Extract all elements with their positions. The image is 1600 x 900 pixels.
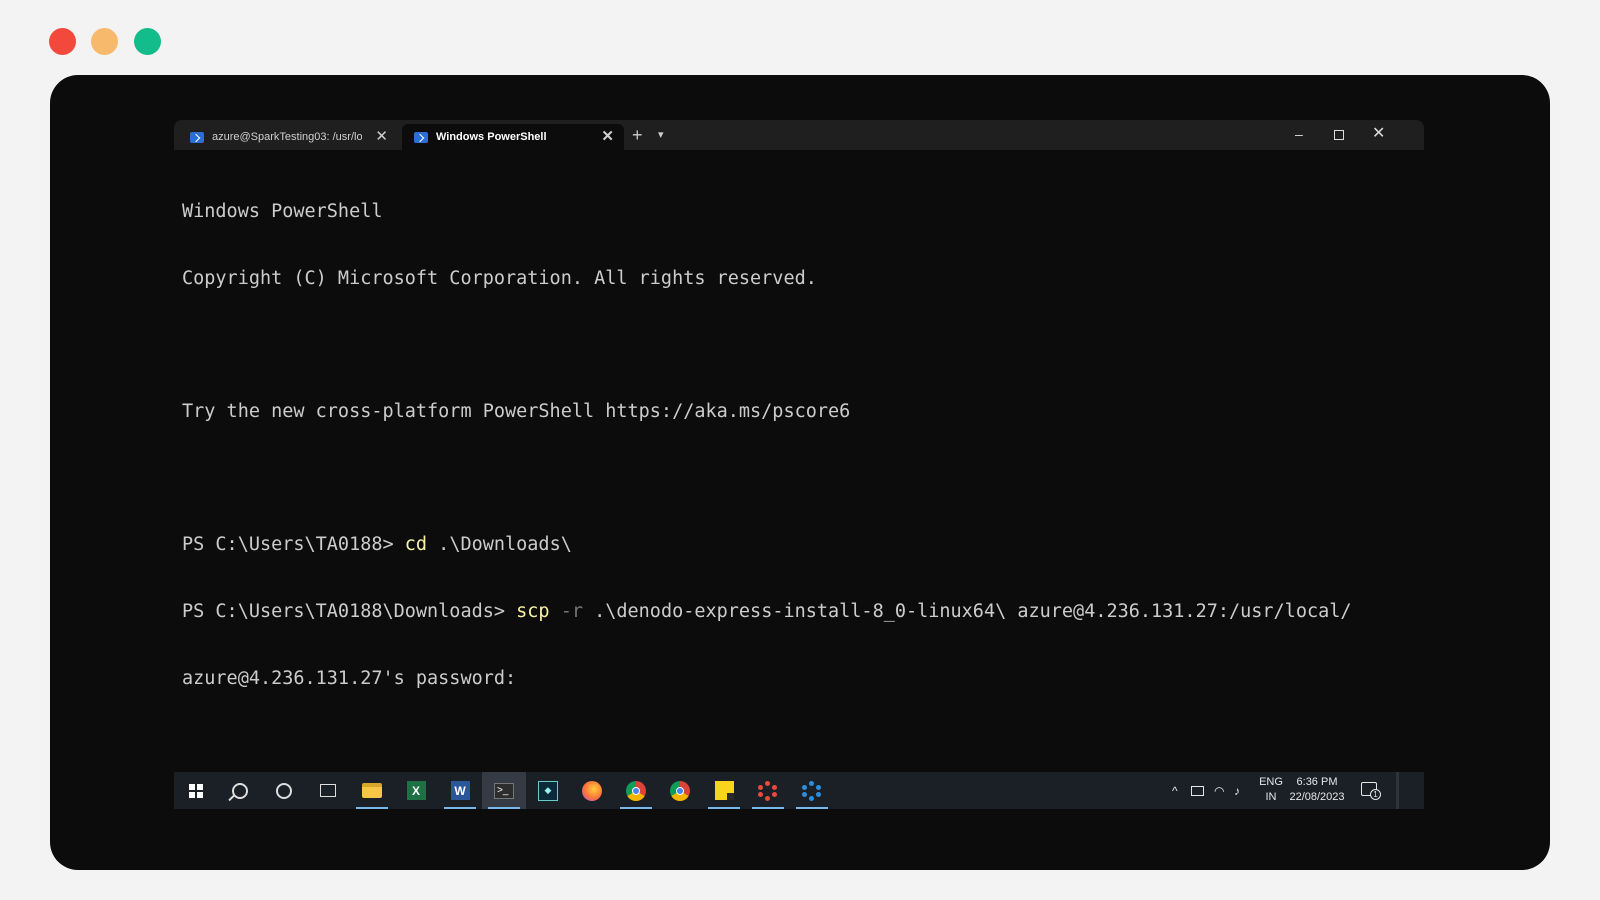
wifi-icon[interactable]: ◠ [1214, 772, 1224, 809]
volume-icon[interactable]: ♪ [1234, 772, 1240, 809]
start-icon [189, 783, 203, 798]
tab-azure-ssh[interactable]: azure@SparkTesting03: /usr/loc ✕ [178, 124, 398, 150]
command-args: .\Downloads\ [427, 534, 572, 556]
password-prompt[interactable]: azure@4.236.131.27's password: [182, 668, 1412, 690]
taskbar-sticky-notes[interactable] [702, 772, 746, 809]
running-indicator [708, 807, 740, 809]
terminal-titlebar: azure@SparkTesting03: /usr/loc ✕ Windows… [174, 120, 1424, 150]
search-icon [232, 782, 248, 799]
minimize-icon[interactable]: – [1295, 126, 1303, 142]
file-explorer-icon [362, 783, 382, 798]
prompt: PS C:\Users\TA0188> [182, 534, 405, 556]
red-dots-app-icon [758, 780, 778, 801]
running-indicator [356, 807, 388, 809]
excel-icon: X [406, 781, 426, 800]
taskbar-red-dots-app[interactable] [746, 772, 790, 809]
sticky-notes-icon [714, 781, 734, 800]
taskbar-chrome-profile[interactable] [614, 772, 658, 809]
taskbar-word[interactable]: W [438, 772, 482, 809]
taskbar-chrome[interactable] [658, 772, 702, 809]
powershell-icon [414, 131, 428, 143]
language-indicator[interactable]: ENG IN [1258, 775, 1284, 805]
new-tab-button[interactable]: + [632, 126, 643, 144]
powershell-icon [190, 131, 204, 143]
command-flag: -r [549, 600, 583, 622]
close-window-button[interactable] [49, 28, 76, 55]
taskbar-excel[interactable]: X [394, 772, 438, 809]
taskbar-firefox[interactable] [570, 772, 614, 809]
windows-terminal: azure@SparkTesting03: /usr/loc ✕ Windows… [174, 120, 1424, 809]
console-line: Windows PowerShell [182, 201, 383, 223]
taskbar-terminal[interactable]: >_ [482, 772, 526, 809]
close-icon[interactable]: ✕ [1372, 126, 1385, 142]
command-args: .\denodo-express-install-8_0-linux64\ az… [582, 600, 1352, 622]
running-indicator [796, 807, 828, 809]
minimize-window-button[interactable] [91, 28, 118, 55]
command-name: cd [404, 534, 428, 556]
console-command-line: PS C:\Users\TA0188> cd .\Downloads\ [182, 534, 1412, 556]
cortana-button[interactable] [262, 772, 306, 809]
show-hidden-icons-button[interactable]: ^ [1172, 772, 1178, 809]
command-name: scp [516, 600, 550, 622]
restore-icon[interactable] [1334, 130, 1344, 140]
task-view-button[interactable] [306, 772, 350, 809]
screen-frame: azure@SparkTesting03: /usr/loc ✕ Windows… [50, 75, 1550, 870]
running-indicator [444, 807, 476, 809]
taskbar-file-explorer[interactable] [350, 772, 394, 809]
app-icon: ◆ [538, 780, 558, 801]
region-code: IN [1265, 791, 1277, 803]
chevron-down-icon[interactable]: ▾ [658, 128, 664, 141]
close-tab-icon[interactable]: ✕ [601, 129, 614, 144]
firefox-icon [582, 780, 602, 801]
tab-title: azure@SparkTesting03: /usr/loc [212, 131, 362, 143]
terminal-icon: >_ [494, 782, 514, 799]
blue-dots-app-icon [802, 780, 822, 801]
clock-date: 22/08/2023 [1289, 791, 1345, 803]
tab-windows-powershell[interactable]: Windows PowerShell ✕ [402, 124, 624, 150]
running-indicator [752, 807, 784, 809]
chrome-icon [670, 780, 690, 801]
taskbar-blue-dots-app[interactable] [790, 772, 834, 809]
running-indicator [620, 807, 652, 809]
battery-icon[interactable] [1191, 786, 1204, 796]
clock[interactable]: 6:36 PM 22/08/2023 [1286, 775, 1348, 805]
notification-count-badge: 1 [1370, 789, 1381, 800]
show-desktop-button[interactable] [1396, 772, 1399, 809]
console-line: Try the new cross-platform PowerShell ht… [182, 401, 851, 423]
console-command-line: PS C:\Users\TA0188\Downloads> scp -r .\d… [182, 601, 1412, 623]
task-view-icon [320, 784, 336, 797]
console-line: Copyright (C) Microsoft Corporation. All… [182, 268, 817, 289]
close-tab-icon[interactable]: ✕ [375, 129, 388, 144]
chrome-profile-icon [626, 780, 646, 801]
taskbar-app[interactable]: ◆ [526, 772, 570, 809]
tab-title: Windows PowerShell [436, 131, 547, 143]
running-indicator [488, 807, 520, 809]
search-button[interactable] [218, 772, 262, 809]
start-button[interactable] [174, 772, 218, 809]
cortana-icon [276, 782, 292, 799]
maximize-window-button[interactable] [134, 28, 161, 55]
clock-time: 6:36 PM [1296, 776, 1338, 788]
word-icon: W [450, 781, 470, 800]
language-code: ENG [1259, 776, 1283, 788]
prompt: PS C:\Users\TA0188\Downloads> [182, 600, 517, 622]
windows-taskbar: X W >_ ◆ ^ ◠ ♪ ENG IN 6:36 PM 22/08/2023… [174, 772, 1424, 809]
console-output[interactable]: Windows PowerShell Copyright (C) Microso… [182, 157, 1412, 734]
